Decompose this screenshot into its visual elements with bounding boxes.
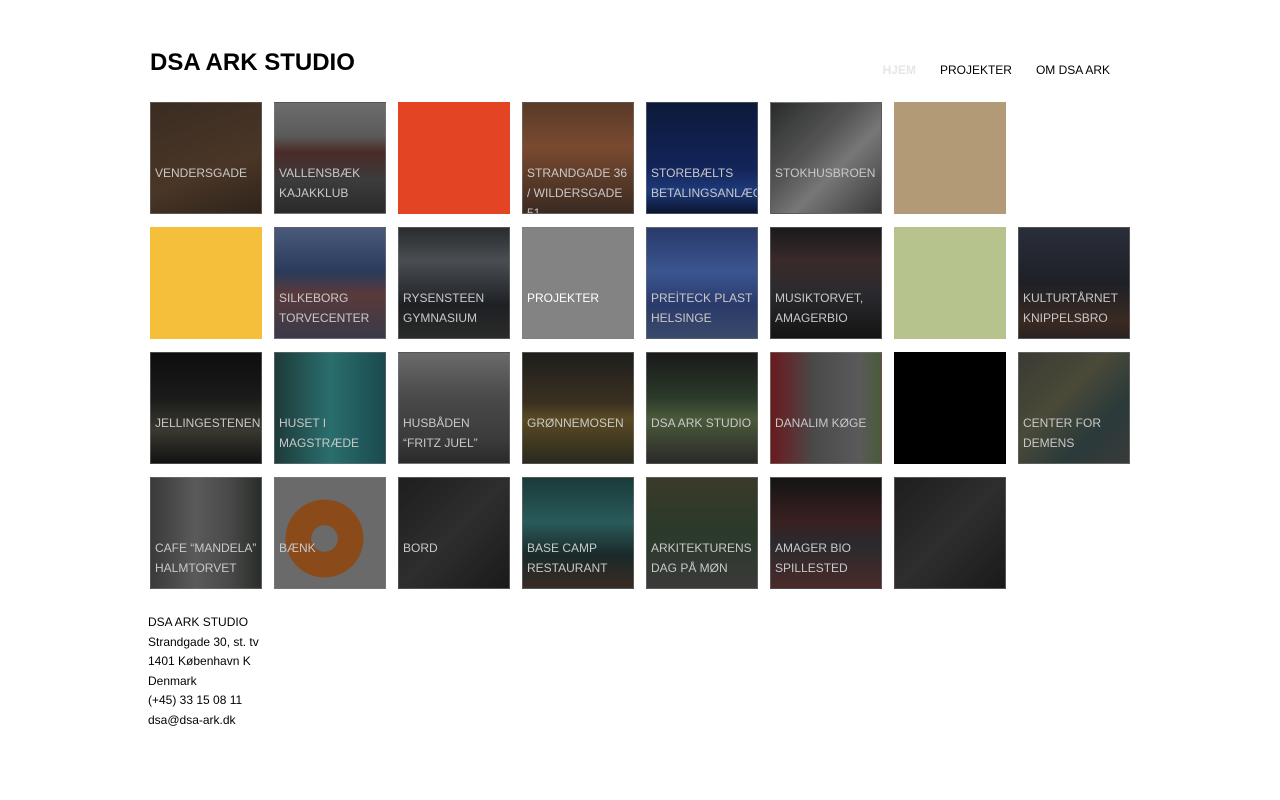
project-tile-label: BORD [403, 541, 438, 555]
project-tile-label: JELLINGESTENEN [155, 416, 261, 430]
contact-info: DSA ARK STUDIO Strandgade 30, st. tv 140… [148, 613, 259, 730]
country: Denmark [148, 673, 197, 688]
site-logo[interactable]: DSA ARK STUDIO [150, 49, 355, 77]
project-tile[interactable]: HUSET I MAGSTRÆDE [274, 352, 386, 464]
project-tile[interactable] [894, 102, 1006, 214]
project-tile-label: CENTER FOR DEMENS [1023, 416, 1101, 450]
project-tile[interactable] [150, 227, 262, 339]
email-link[interactable]: dsa@dsa-ark.dk [148, 711, 259, 731]
project-tile[interactable]: VALLENSBÆK KAJAKKLUB [274, 102, 386, 214]
project-tile[interactable]: CAFE “MANDELA” HALMTORVET [150, 477, 262, 589]
project-tile-label: VALLENSBÆK KAJAKKLUB [279, 166, 361, 200]
project-tile[interactable]: STRANDGADE 36 / WILDERSGADE 51 [522, 102, 634, 214]
project-tile-label: HUSBÅDEN “FRITZ JUEL” [403, 416, 478, 450]
project-tile-label: PROJEKTER [527, 291, 600, 305]
project-tile-label: KULTURTÅRNET KNIPPELSBRO [1023, 291, 1118, 325]
nav-om-dsa-ark[interactable]: OM DSA ARK [1036, 63, 1110, 77]
project-tile[interactable]: PREİTECK PLAST HELSINGE [646, 227, 758, 339]
project-tile-label: BÆNK [279, 541, 316, 555]
project-tile[interactable]: DANALIM KØGE [770, 352, 882, 464]
project-tile[interactable]: ARKITEKTURENS DAG PÅ MØN [646, 477, 758, 589]
project-tile-label: RYSENSTEEN GYMNASIUM [403, 291, 485, 325]
project-tile[interactable]: CENTER FOR DEMENS [1018, 352, 1130, 464]
postal-city: 1401 København K [148, 654, 251, 668]
project-tile[interactable]: BÆNK [274, 477, 386, 589]
project-tile[interactable]: AMAGER BIO SPILLESTED [770, 477, 882, 589]
project-tile[interactable]: KULTURTÅRNET KNIPPELSBRO [1018, 227, 1130, 339]
project-tile[interactable]: SILKEBORG TORVECENTER [274, 227, 386, 339]
project-tile-label: AMAGER BIO SPILLESTED [775, 541, 852, 575]
nav-hjem[interactable]: HJEM [883, 63, 916, 77]
project-tile[interactable] [398, 102, 510, 214]
project-tile-label: HUSET I MAGSTRÆDE [279, 416, 360, 450]
project-tile-label: DSA ARK STUDIO [651, 416, 752, 430]
project-tile-label: ARKITEKTURENS DAG PÅ MØN [651, 541, 752, 575]
project-tile[interactable]: BORD [398, 477, 510, 589]
project-tile-label: GRØNNEMOSEN [527, 416, 624, 430]
company-name: DSA ARK STUDIO [148, 615, 249, 629]
project-tile[interactable]: DSA ARK STUDIO [646, 352, 758, 464]
project-tile[interactable]: GRØNNEMOSEN [522, 352, 634, 464]
project-tile[interactable] [894, 352, 1006, 464]
project-tile[interactable]: STOREBÆLTS BETALINGSANLÆG [646, 102, 758, 214]
project-tile-label: CAFE “MANDELA” HALMTORVET [155, 541, 257, 575]
project-tile[interactable] [894, 227, 1006, 339]
nav-projekter[interactable]: PROJEKTER [940, 63, 1012, 77]
project-tile[interactable] [894, 477, 1006, 589]
project-tile[interactable]: JELLINGESTENEN [150, 352, 262, 464]
project-tile-label: PREİTECK PLAST HELSINGE [651, 291, 753, 325]
project-tile[interactable]: STOKHUSBROEN [770, 102, 882, 214]
project-tile-label: DANALIM KØGE [775, 416, 867, 430]
phone: (+45) 33 15 08 11 [148, 693, 243, 707]
project-tile-label: STOKHUSBROEN [775, 166, 876, 180]
project-tile[interactable]: HUSBÅDEN “FRITZ JUEL” [398, 352, 510, 464]
main-nav: HJEM PROJEKTER OM DSA ARK [883, 63, 1110, 77]
project-tile-label: MUSIKTORVET, AMAGERBIO [775, 291, 864, 325]
project-tile-label: SILKEBORG TORVECENTER [279, 291, 370, 325]
project-tile[interactable]: PROJEKTER [522, 227, 634, 339]
project-tile[interactable]: BASE CAMP RESTAURANT [522, 477, 634, 589]
street-address: Strandgade 30, st. tv [148, 634, 259, 649]
project-tile-label: STRANDGADE 36 / WILDERSGADE 51 [527, 166, 628, 214]
project-tile-label: VENDERSGADE [155, 166, 248, 180]
project-tile-label: STOREBÆLTS BETALINGSANLÆG [651, 166, 758, 200]
project-tile[interactable]: MUSIKTORVET, AMAGERBIO [770, 227, 882, 339]
project-tile[interactable]: RYSENSTEEN GYMNASIUM [398, 227, 510, 339]
project-tile-label: BASE CAMP RESTAURANT [527, 541, 608, 575]
project-tile[interactable]: VENDERSGADE [150, 102, 262, 214]
